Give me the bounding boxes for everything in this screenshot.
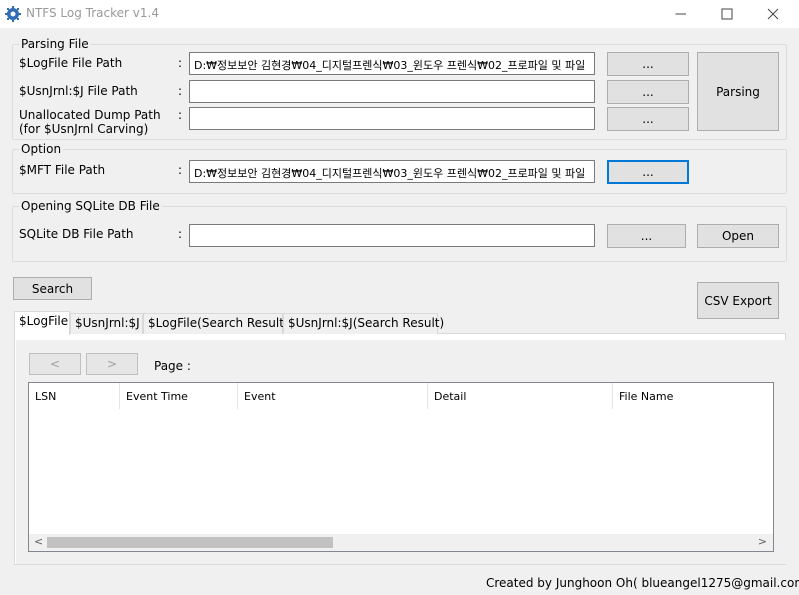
mft-label: $MFT File Path bbox=[19, 163, 106, 177]
column-header-detail[interactable]: Detail bbox=[428, 383, 613, 409]
event-list-view[interactable]: LSN Event Time Event Detail File Name < … bbox=[28, 382, 774, 552]
page-label: Page : bbox=[154, 359, 191, 373]
tab-logfile[interactable]: $LogFile bbox=[14, 311, 70, 335]
tab-usnjrnl-search-result[interactable]: $UsnJrnl:$J(Search Result) bbox=[283, 313, 444, 334]
open-button[interactable]: Open bbox=[697, 224, 779, 248]
logfile-colon: : bbox=[178, 56, 183, 70]
sqlite-colon: : bbox=[178, 227, 183, 241]
unalloc-label-line1: Unallocated Dump Path bbox=[19, 108, 161, 122]
horizontal-scrollbar[interactable]: < > bbox=[29, 534, 773, 551]
usnjrnl-path-input[interactable] bbox=[189, 80, 595, 103]
maximize-button[interactable] bbox=[704, 0, 750, 28]
mft-path-input[interactable]: D:₩정보보안 김현경₩04_디지털프렌식₩03_윈도우 프렌식₩02_프로파일… bbox=[189, 160, 595, 183]
parsing-button[interactable]: Parsing bbox=[697, 52, 779, 131]
usnjrnl-browse-button[interactable]: ... bbox=[607, 80, 689, 104]
usnjrnl-label: $UsnJrnl:$J File Path bbox=[19, 84, 138, 98]
logfile-browse-button[interactable]: ... bbox=[607, 52, 689, 76]
title-bar: NTFS Log Tracker v1.4 bbox=[0, 0, 799, 28]
column-header-file-name[interactable]: File Name bbox=[613, 383, 773, 409]
sqlite-browse-button[interactable]: ... bbox=[607, 224, 686, 248]
sqlite-db-label: SQLite DB File Path bbox=[19, 227, 134, 241]
tab-usnjrnl[interactable]: $UsnJrnl:$J bbox=[70, 313, 143, 334]
sqlite-title: Opening SQLite DB File bbox=[19, 199, 162, 213]
maximize-icon bbox=[721, 8, 733, 20]
unalloc-colon: : bbox=[178, 108, 183, 122]
window-title: NTFS Log Tracker v1.4 bbox=[26, 6, 159, 20]
credit-text: Created by Junghoon Oh( blueangel1275@gm… bbox=[486, 576, 799, 590]
minimize-button[interactable] bbox=[658, 0, 704, 28]
gear-icon bbox=[5, 6, 21, 22]
next-page-button[interactable]: > bbox=[86, 353, 138, 375]
unalloc-browse-button[interactable]: ... bbox=[607, 107, 689, 131]
search-button[interactable]: Search bbox=[13, 277, 92, 300]
column-header-event-time[interactable]: Event Time bbox=[120, 383, 238, 409]
minimize-icon bbox=[675, 13, 686, 15]
logfile-label: $LogFile File Path bbox=[19, 56, 123, 70]
parsing-file-title: Parsing File bbox=[19, 37, 91, 51]
close-button[interactable] bbox=[750, 0, 796, 28]
close-icon bbox=[767, 8, 779, 20]
scrollbar-thumb[interactable] bbox=[47, 537, 333, 548]
logfile-path-input[interactable]: D:₩정보보안 김현경₩04_디지털프렌식₩03_윈도우 프렌식₩02_프로파일… bbox=[189, 52, 595, 75]
csv-export-button[interactable]: CSV Export bbox=[697, 282, 779, 319]
prev-page-button[interactable]: < bbox=[29, 353, 81, 375]
usnjrnl-colon: : bbox=[178, 84, 183, 98]
column-header-lsn[interactable]: LSN bbox=[29, 383, 120, 409]
option-title: Option bbox=[19, 142, 64, 156]
scroll-right-arrow[interactable]: > bbox=[758, 535, 767, 548]
mft-browse-button[interactable]: ... bbox=[607, 160, 689, 184]
scroll-left-arrow[interactable]: < bbox=[34, 535, 43, 548]
sqlite-db-path-input[interactable] bbox=[189, 224, 595, 247]
unalloc-dump-path-input[interactable] bbox=[189, 107, 595, 130]
mft-colon: : bbox=[178, 163, 183, 177]
tab-logfile-search-result[interactable]: $LogFile(Search Result) bbox=[143, 313, 289, 334]
unalloc-label-line2: (for $UsnJrnl Carving) bbox=[19, 122, 149, 136]
column-header-event[interactable]: Event bbox=[238, 383, 428, 409]
